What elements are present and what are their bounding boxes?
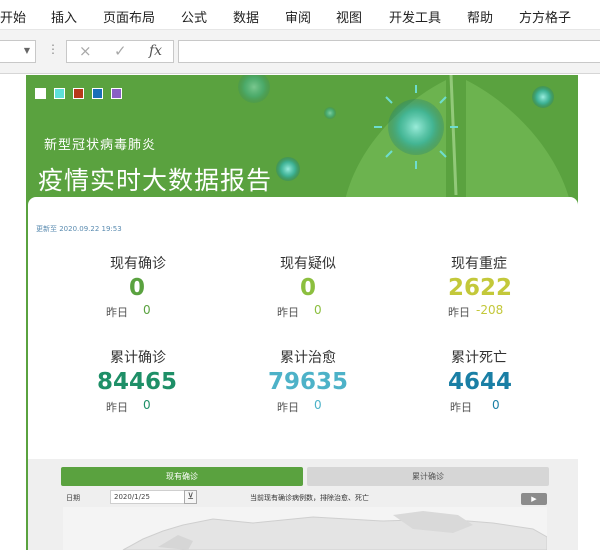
tab-insert[interactable]: 插入 <box>51 7 77 26</box>
tab-view[interactable]: 视图 <box>336 7 362 26</box>
tab-cumulative-confirmed[interactable]: 累计确诊 <box>307 467 549 486</box>
tab-fangfang[interactable]: 方方格子 <box>519 7 571 26</box>
theme-swatch[interactable] <box>92 88 103 99</box>
report-title: 疫情实时大数据报告 <box>38 166 273 195</box>
yesterday-label: 昨日 <box>277 401 299 414</box>
formula-input[interactable] <box>178 40 600 63</box>
yesterday-value: 0 <box>314 303 322 317</box>
yesterday-value: 0 <box>314 398 322 412</box>
ribbon-tabs: 开始 插入 页面布局 公式 数据 审阅 视图 开发工具 帮助 方方格子 <box>0 0 600 30</box>
insert-function-icon[interactable]: fx <box>149 43 162 59</box>
stat-label: 现有确诊 <box>110 256 166 272</box>
stat-value: 79635 <box>267 369 349 395</box>
chevron-down-icon[interactable]: ▼ <box>24 46 30 55</box>
yesterday-value: 0 <box>143 303 151 317</box>
yesterday-label: 昨日 <box>448 306 470 319</box>
stat-value: 84465 <box>96 369 178 395</box>
map-outline <box>122 511 547 550</box>
stat-value: 2622 <box>447 275 512 301</box>
filter-icon[interactable]: ⊻ <box>184 490 197 504</box>
stat-label: 现有疑似 <box>280 256 336 272</box>
formula-bar: ▼ ⋮ × ✓ fx <box>0 30 600 74</box>
tab-developer[interactable]: 开发工具 <box>389 7 441 26</box>
yesterday-label: 昨日 <box>106 306 128 319</box>
yesterday-value: 0 <box>492 398 500 412</box>
tab-formulas[interactable]: 公式 <box>181 7 207 26</box>
drag-handle-icon[interactable]: ⋮ <box>47 42 59 56</box>
yesterday-value: -208 <box>476 303 504 317</box>
stat-label: 累计确诊 <box>110 350 166 366</box>
stat-value: 4644 <box>447 369 512 395</box>
stat-value: 0 <box>299 275 316 301</box>
theme-swatch[interactable] <box>111 88 122 99</box>
date-label: 日期 <box>66 494 80 502</box>
cancel-icon[interactable]: × <box>79 42 92 60</box>
formula-buttons: × ✓ fx <box>66 40 174 63</box>
stat-label: 累计死亡 <box>451 350 507 366</box>
name-box[interactable]: ▼ <box>0 40 36 63</box>
china-map <box>63 507 547 550</box>
enter-icon[interactable]: ✓ <box>114 42 127 60</box>
map-description: 当前现有确诊病例数，排除治愈、死亡 <box>250 494 369 502</box>
yesterday-value: 0 <box>143 398 151 412</box>
update-timestamp: 更新至 2020.09.22 19:53 <box>36 225 122 233</box>
stats-card <box>28 197 578 459</box>
tab-help[interactable]: 帮助 <box>467 7 493 26</box>
report-subtitle: 新型冠状病毒肺炎 <box>44 138 157 153</box>
stat-label: 累计治愈 <box>280 350 336 366</box>
tab-review[interactable]: 审阅 <box>285 7 311 26</box>
tab-home[interactable]: 开始 <box>0 7 26 26</box>
play-button[interactable]: ▶ <box>521 493 547 505</box>
theme-swatch[interactable] <box>73 88 84 99</box>
tab-data[interactable]: 数据 <box>233 7 259 26</box>
theme-swatch[interactable] <box>54 88 65 99</box>
yesterday-label: 昨日 <box>277 306 299 319</box>
yesterday-label: 昨日 <box>450 401 472 414</box>
yesterday-label: 昨日 <box>106 401 128 414</box>
tab-page-layout[interactable]: 页面布局 <box>103 7 155 26</box>
stat-label: 现有重症 <box>451 256 507 272</box>
tab-current-confirmed[interactable]: 现有确诊 <box>61 467 303 486</box>
stat-value: 0 <box>128 275 145 301</box>
theme-swatch[interactable] <box>35 88 46 99</box>
